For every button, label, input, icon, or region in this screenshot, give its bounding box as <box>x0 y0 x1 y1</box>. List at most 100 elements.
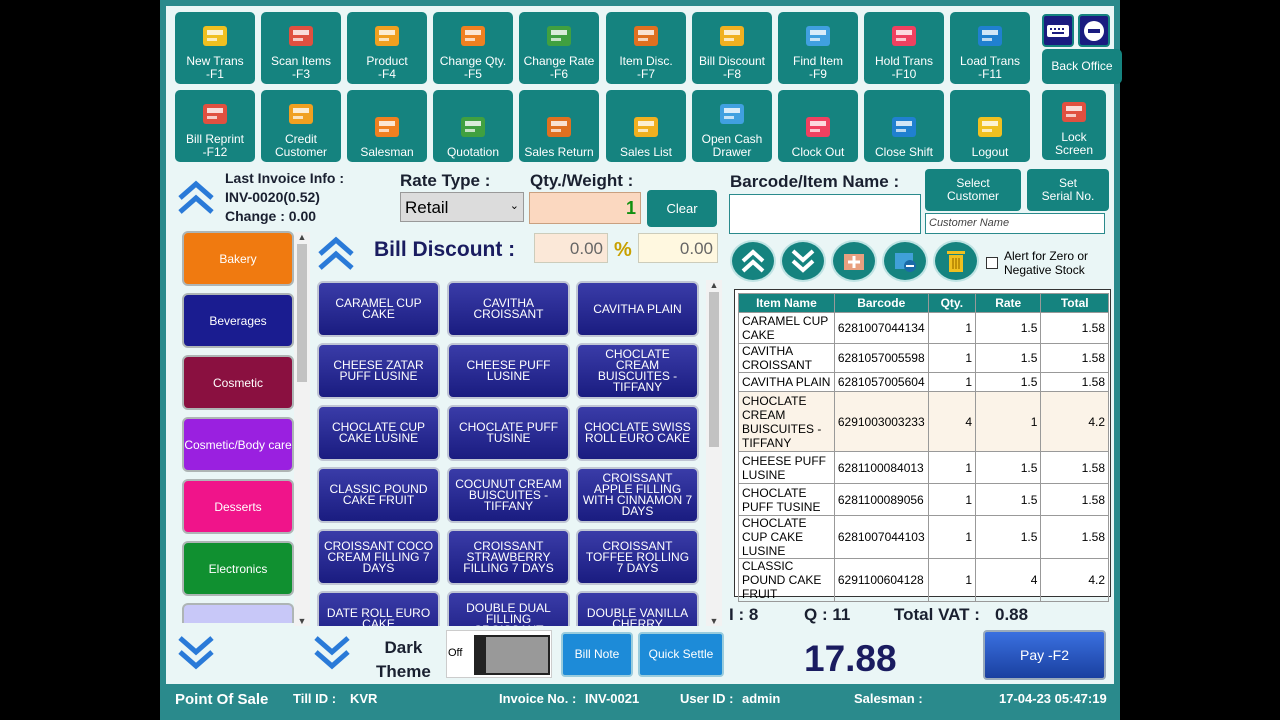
product-button[interactable]: CROISSANT COCO CREAM FILLING 7 DAYS <box>317 529 440 585</box>
bill-discount-percent-input[interactable]: 0.00 <box>638 233 718 263</box>
quotation-button[interactable]: Quotation <box>433 90 513 162</box>
product-button[interactable]: CHOCLATE PUFF TUSINE <box>447 405 570 461</box>
scroll-down-categories-button[interactable] <box>176 634 216 679</box>
table-cell: 1.58 <box>1040 451 1109 484</box>
column-header[interactable]: Total <box>1040 293 1109 313</box>
toolbar-label: Item Disc. -F7 <box>619 54 673 81</box>
move-down-button[interactable] <box>780 240 826 282</box>
product-button[interactable]: CROISSANT STRAWBERRY FILLING 7 DAYS <box>447 529 570 585</box>
product-button[interactable]: CHEESE PUFF LUSINE <box>447 343 570 399</box>
product-button[interactable]: DATE ROLL EURO CAKE <box>317 591 440 626</box>
product-button[interactable]: CAVITHA CROISSANT <box>447 281 570 337</box>
column-header[interactable]: Item Name <box>738 293 835 313</box>
product-button[interactable]: CAVITHA PLAIN <box>576 281 699 337</box>
product-button[interactable]: CLASSIC POUND CAKE FRUIT <box>317 467 440 523</box>
product-button[interactable]: CROISSANT APPLE FILLING WITH CINNAMON 7 … <box>576 467 699 523</box>
column-header[interactable]: Barcode <box>833 293 929 313</box>
table-row[interactable]: CHOCLATE CREAM BUISCUITES - TIFFANY 62910… <box>738 391 1109 452</box>
rate-type-label: Rate Type : <box>400 171 491 190</box>
load-trans-button[interactable]: Load Trans -F11 <box>950 12 1030 84</box>
product-button[interactable]: CROISSANT TOFFEE ROLLING 7 DAYS <box>576 529 699 585</box>
product-button[interactable]: CHOCLATE CUP CAKE LUSINE <box>317 405 440 461</box>
remove-item-icon <box>895 253 916 272</box>
customer-name-input[interactable]: Customer Name <box>925 213 1105 234</box>
product-scrollbar[interactable]: ▲ ▼ <box>706 280 722 626</box>
rate-type-select[interactable]: Retail ⌄ <box>400 192 524 222</box>
scroll-up-categories-button[interactable] <box>176 176 216 221</box>
back-office-button[interactable]: Back Office <box>1042 49 1122 84</box>
add-item-button[interactable] <box>831 240 877 282</box>
product-button[interactable]: DOUBLE DUAL FILLING CROISSANT <box>447 591 570 626</box>
customers-icon <box>289 104 313 124</box>
keyboard-button[interactable] <box>1042 14 1074 47</box>
salesman-button[interactable]: Salesman <box>347 90 427 162</box>
credit-button[interactable]: Credit Customer <box>261 90 341 162</box>
barcode-input[interactable] <box>729 194 921 234</box>
scroll-down-products-button[interactable] <box>312 634 352 679</box>
scroll-down-arrow[interactable]: ▼ <box>706 616 722 626</box>
table-cell: 1.5 <box>975 451 1042 484</box>
pay-button[interactable]: Pay -F2 <box>983 630 1106 680</box>
open-cash-button[interactable]: Open Cash Drawer <box>692 90 772 162</box>
scroll-thumb[interactable] <box>709 292 719 447</box>
table-row[interactable]: CHOCLATE CUP CAKE LUSINE 6281007044103 1 1.… <box>738 515 1109 559</box>
bill-discount-input[interactable]: 0.00 <box>534 233 608 263</box>
table-row[interactable]: CHEESE PUFF LUSINE 6281100084013 1 1.5 1.58 <box>738 451 1109 484</box>
bill-discount-button[interactable]: Bill Discount -F8 <box>692 12 772 84</box>
select-customer-button[interactable]: Select Customer <box>925 169 1021 211</box>
category-button[interactable]: Bakery <box>182 231 294 286</box>
product-button[interactable]: DOUBLE VANILLA CHERRY <box>576 591 699 626</box>
bill-note-button[interactable]: Bill Note <box>561 632 633 677</box>
set-serial-button[interactable]: Set Serial No. <box>1027 169 1109 211</box>
delete-item-button[interactable] <box>933 240 979 282</box>
table-row[interactable]: CLASSIC POUND CAKE FRUIT 6291100604128 1 4 4… <box>738 558 1109 602</box>
dark-theme-toggle[interactable]: Off <box>446 630 552 678</box>
move-up-button[interactable] <box>730 240 776 282</box>
table-cell: 6281057005598 <box>833 343 929 373</box>
find-item-button[interactable]: Find Item -F9 <box>778 12 858 84</box>
change-qty-button[interactable]: Change Qty. -F5 <box>433 12 513 84</box>
table-row[interactable]: CAVITHA PLAIN 6281057005604 1 1.5 1.58 <box>738 372 1109 392</box>
table-cell: 1.5 <box>975 343 1042 373</box>
close-shift-button[interactable]: Close Shift <box>864 90 944 162</box>
remove-item-button[interactable] <box>882 240 928 282</box>
product-button[interactable]: COCUNUT CREAM BUISCUITES - TIFFANY <box>447 467 570 523</box>
table-cell: CHOCLATE PUFF TUSINE <box>738 483 835 516</box>
toolbar-label: Clock Out <box>791 145 845 159</box>
alert-label: Alert for Zero or Negative Stock <box>1004 249 1089 277</box>
change-rate-button[interactable]: Change Rate -F6 <box>519 12 599 84</box>
lock-button[interactable]: Lock Screen <box>1042 90 1106 160</box>
scroll-up-arrow[interactable]: ▲ <box>706 280 722 290</box>
bill-reprint-button[interactable]: Bill Reprint -F12 <box>175 90 255 162</box>
qty-input[interactable]: 1 <box>529 192 641 224</box>
table-cell: 4.2 <box>1040 391 1109 452</box>
qty-total: Q : 11 <box>804 605 851 624</box>
quick-settle-button[interactable]: Quick Settle <box>638 632 724 677</box>
minimize-button[interactable] <box>1078 14 1110 47</box>
scan-items-button[interactable]: Scan Items -F3 <box>261 12 341 84</box>
product-button[interactable]: CARAMEL CUP CAKE <box>317 281 440 337</box>
table-row[interactable]: CARAMEL CUP CAKE 6281007044134 1 1.5 1.58 <box>738 312 1109 344</box>
alert-checkbox[interactable] <box>986 257 998 269</box>
new-trans-button[interactable]: New Trans -F1 <box>175 12 255 84</box>
product-button[interactable]: CHEESE ZATAR PUFF LUSINE <box>317 343 440 399</box>
item-disc-button[interactable]: Item Disc. -F7 <box>606 12 686 84</box>
product-button[interactable]: CHOCLATE CREAM BUISCUITES - TIFFANY <box>576 343 699 399</box>
clear-button[interactable]: Clear <box>647 190 717 227</box>
table-row[interactable]: CHOCLATE PUFF TUSINE 6281100089056 1 1.5 1.5… <box>738 483 1109 516</box>
sales-list-button[interactable]: Sales List <box>606 90 686 162</box>
column-header[interactable]: Qty. <box>927 293 977 313</box>
hold-trans-button[interactable]: Hold Trans -F10 <box>864 12 944 84</box>
clock-out-button[interactable]: Clock Out <box>778 90 858 162</box>
scroll-up-products-button[interactable] <box>316 232 356 277</box>
table-cell: 1.58 <box>1040 372 1109 392</box>
product-button[interactable]: Product -F4 <box>347 12 427 84</box>
logout-button[interactable]: Logout <box>950 90 1030 162</box>
scroll-up-arrow[interactable]: ▲ <box>294 232 310 242</box>
pos-main-area: New Trans -F1 Scan Items -F3 Product -F4 Ch… <box>166 6 1122 684</box>
table-cell: 1 <box>927 558 977 602</box>
sales-return-button[interactable]: Sales Return <box>519 90 599 162</box>
table-row[interactable]: CAVITHA CROISSANT 6281057005598 1 1.5 1.58 <box>738 343 1109 373</box>
column-header[interactable]: Rate <box>975 293 1042 313</box>
product-button[interactable]: CHOCLATE SWISS ROLL EURO CAKE <box>576 405 699 461</box>
